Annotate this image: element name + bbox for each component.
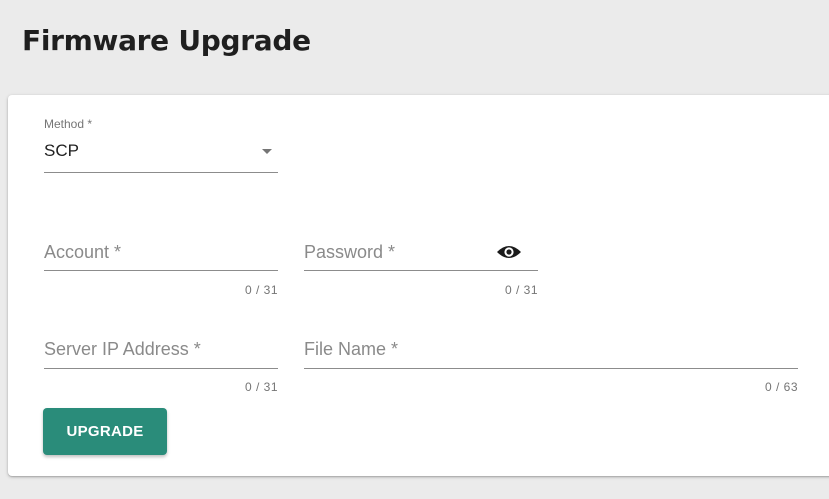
account-counter: 0 / 31 xyxy=(244,283,278,297)
file-name-counter: 0 / 63 xyxy=(764,380,798,394)
password-field[interactable]: Password * 0 / 31 xyxy=(304,238,538,297)
upgrade-button[interactable]: UPGRADE xyxy=(43,408,167,455)
server-ip-counter: 0 / 31 xyxy=(244,380,278,394)
server-ip-field[interactable]: Server IP Address * 0 / 31 xyxy=(44,337,278,395)
page-title: Firmware Upgrade xyxy=(22,24,311,57)
file-name-field[interactable]: File Name * 0 / 63 xyxy=(304,337,798,395)
file-name-placeholder: File Name * xyxy=(304,339,399,359)
password-underline xyxy=(304,270,538,271)
file-name-underline xyxy=(304,368,798,369)
dropdown-arrow-icon xyxy=(262,149,272,154)
eye-icon[interactable] xyxy=(496,244,522,260)
method-value: SCP xyxy=(44,141,79,160)
server-ip-underline xyxy=(44,368,278,369)
method-select[interactable]: Method * SCP xyxy=(44,117,278,173)
password-placeholder: Password * xyxy=(304,242,396,262)
account-placeholder: Account * xyxy=(44,242,122,262)
method-label: Method * xyxy=(44,117,93,131)
firmware-upgrade-card: Method * SCP Account * 0 / 31 Password *… xyxy=(8,95,829,476)
account-field[interactable]: Account * 0 / 31 xyxy=(44,238,278,297)
method-underline xyxy=(44,172,278,173)
password-counter: 0 / 31 xyxy=(504,283,538,297)
server-ip-placeholder: Server IP Address * xyxy=(44,339,201,359)
account-underline xyxy=(44,270,278,271)
